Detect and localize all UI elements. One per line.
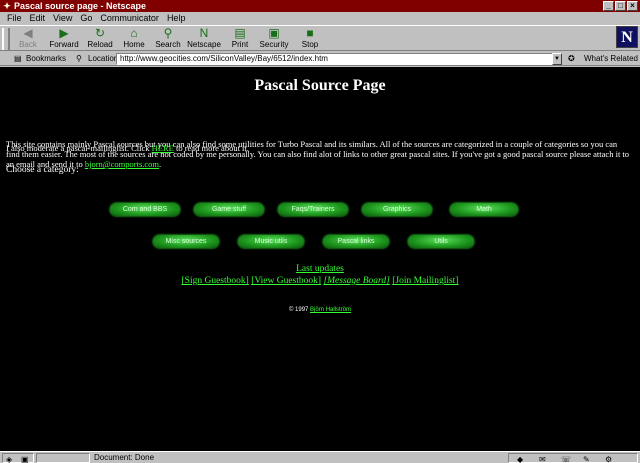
status-lock-icon: ▣ [21,455,29,463]
print-button[interactable]: ▤ Print [222,26,258,50]
category-faqs-trainers-button[interactable]: Faqs/Trainers [278,203,348,216]
menu-go[interactable]: Go [76,12,96,24]
copyright-line: © 1997 Björn Hallström [0,307,640,313]
forward-label: Forward [49,40,79,49]
netscape-label: Netscape [187,40,221,49]
email-link[interactable]: bjorn@comports.com [85,159,159,169]
component-bar: ◆ ✉ ☏ ✎ ⚙ [508,453,638,463]
menu-bar: File Edit View Go Communicator Help [0,12,640,24]
menu-communicator[interactable]: Communicator [96,12,163,24]
view-guestbook-link[interactable]: [View Guestbook] [251,276,321,286]
print-icon: ▤ [234,26,246,40]
security-label: Security [259,40,289,49]
menu-file[interactable]: File [3,12,26,24]
page-content: Pascal Source Page This site contains ma… [0,67,640,451]
category-utils-button[interactable]: Utils [408,235,474,248]
search-icon: ⚲ [163,26,173,40]
reload-button[interactable]: ↻ Reload [82,26,118,50]
menu-help[interactable]: Help [163,12,190,24]
last-updates-link[interactable]: Last updates [296,264,344,274]
category-graphics-button[interactable]: Graphics [362,203,432,216]
menu-view[interactable]: View [49,12,76,24]
category-music-utils-button[interactable]: Music utils [238,235,304,248]
moderate-text-end: to read more about it. [175,143,249,153]
guestbook-nav: [Sign Guestbook] [View Guestbook] [Messa… [0,276,640,286]
settings-icon[interactable]: ⚙ [605,455,612,463]
reload-icon: ↻ [94,26,106,40]
close-button[interactable]: × [627,1,638,11]
message-board-link[interactable]: [Message Board] [323,276,389,286]
bookmarks-button[interactable]: Bookmarks [26,52,66,66]
navigator-icon[interactable]: ◆ [517,455,523,463]
home-button[interactable]: ⌂ Home [116,26,152,50]
category-com-bbs-button[interactable]: Com and BBS [110,203,180,216]
netscape-logo[interactable]: N [616,26,638,48]
url-input[interactable]: http://www.geocities.com/SiliconValley/B… [116,53,560,65]
back-button[interactable]: ◀ Back [10,26,46,50]
category-game-stuff-button[interactable]: Game stuff [194,203,264,216]
status-bar: ◈ ▣ Document: Done ◆ ✉ ☏ ✎ ⚙ [0,451,640,463]
discussion-icon[interactable]: ☏ [561,455,571,463]
home-icon: ⌂ [130,26,138,40]
maximize-button[interactable]: □ [615,1,626,11]
security-status-cell[interactable]: ◈ ▣ [2,453,34,463]
page-title: Pascal Source Page [254,77,386,94]
minimize-button[interactable]: _ [603,1,614,11]
sign-guestbook-link[interactable]: [Sign Guestbook] [182,276,249,286]
security-button[interactable]: ▣ Security [256,26,292,50]
moderate-text: I also moderate a pascal-mailinglist. Cl… [6,143,150,153]
progress-cell [36,453,90,463]
lock-icon: ▣ [268,26,280,40]
join-mailinglist-link[interactable]: [Join Mailinglist] [392,276,458,286]
category-math-button[interactable]: Math [450,203,518,216]
toolbar-grip[interactable] [2,28,10,50]
whats-related-icon[interactable]: ✪ [568,52,575,66]
location-bar: ▤ Bookmarks ⚲ Location: http://www.geoci… [0,52,640,66]
window-title: Pascal source page - Netscape [14,1,147,11]
search-label: Search [155,40,181,49]
mail-icon[interactable]: ✉ [539,455,546,463]
bookmarks-icon[interactable]: ▤ [14,52,22,66]
print-label: Print [231,40,249,49]
reload-label: Reload [87,40,113,49]
intro-end: . [159,159,162,169]
search-button[interactable]: ⚲ Search [150,26,186,50]
stop-button[interactable]: ■ Stop [292,26,328,50]
back-arrow-icon: ◀ [23,26,33,40]
mailinglist-here-link[interactable]: HERE [152,143,174,153]
page-proxy-icon[interactable]: ⚲ [76,52,82,66]
home-label: Home [123,40,145,49]
back-label: Back [19,40,37,49]
choose-category-label: Choose a category: [6,165,79,175]
netscape-window-icon[interactable]: ✦ [2,1,12,11]
stop-icon: ■ [306,26,314,40]
copyright-text: © 1997 [288,307,309,313]
netscape-icon: N [199,26,209,40]
menu-edit[interactable]: Edit [26,12,50,24]
stop-label: Stop [301,40,319,49]
category-pascal-links-button[interactable]: Pascal links [323,235,389,248]
netscape-button[interactable]: N Netscape [186,26,222,50]
url-dropdown-icon[interactable]: ▼ [552,53,562,65]
forward-arrow-icon: ▶ [59,26,69,40]
category-misc-sources-button[interactable]: Misc sources [153,235,219,248]
status-text: Document: Done [94,453,155,462]
last-updates-line: Last updates [0,264,640,274]
composer-icon[interactable]: ✎ [583,455,590,463]
title-bar: ✦ Pascal source page - Netscape _ □ × [0,0,640,12]
whats-related-button[interactable]: What's Related [584,52,638,66]
moderate-line: I also moderate a pascal-mailinglist. Cl… [6,143,630,153]
author-link[interactable]: Björn Hallström [310,307,351,313]
forward-button[interactable]: ▶ Forward [46,26,82,50]
status-netscape-icon: ◈ [6,455,13,463]
